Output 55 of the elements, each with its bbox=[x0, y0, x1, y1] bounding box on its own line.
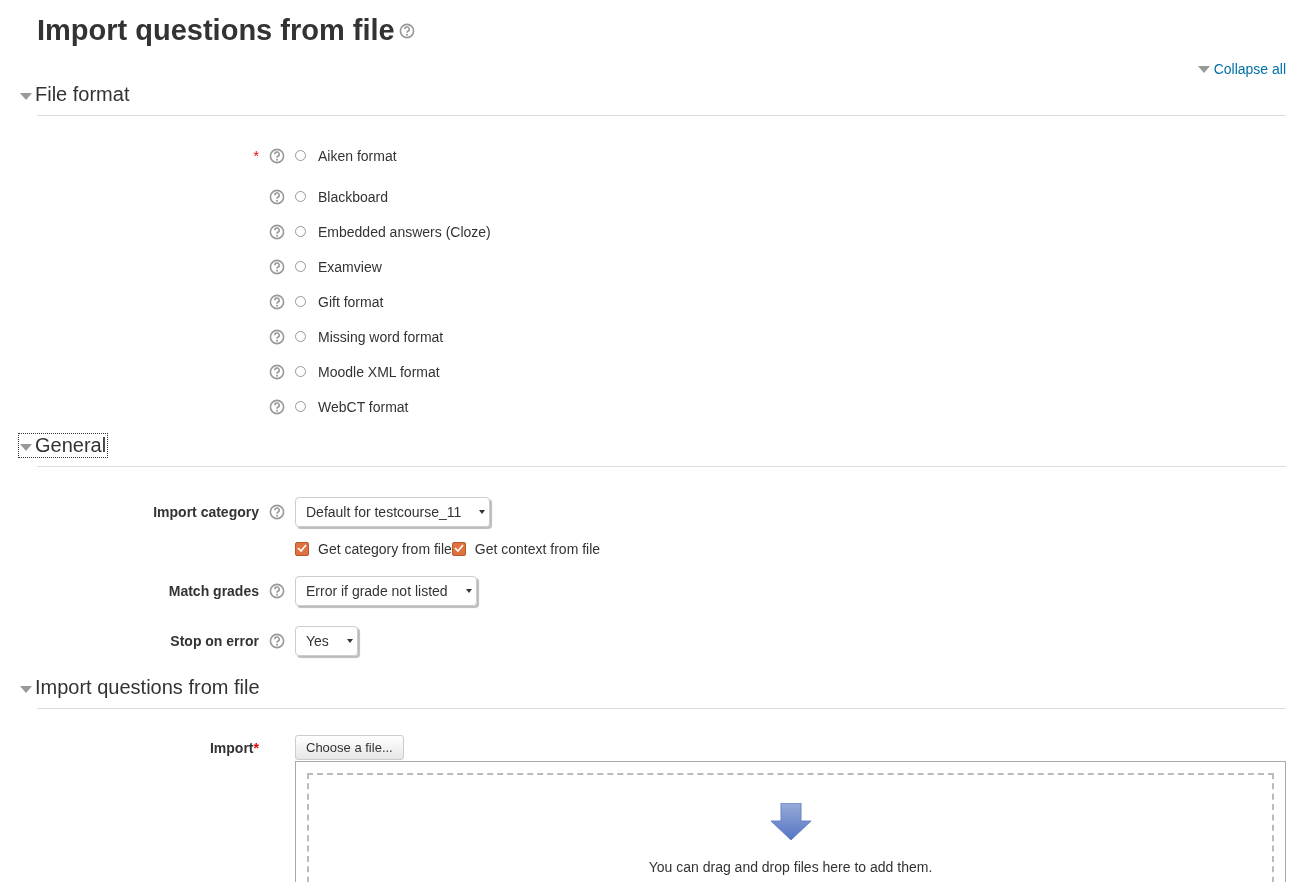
triangle-icon bbox=[1197, 65, 1210, 73]
radio-label: Moodle XML format bbox=[318, 363, 440, 380]
field-label: Stop on error bbox=[170, 633, 259, 649]
caret-icon bbox=[465, 589, 472, 593]
required-asterisk: * bbox=[253, 147, 259, 164]
radio-button[interactable] bbox=[295, 150, 306, 161]
help-icon[interactable] bbox=[398, 22, 415, 39]
select-dropdown[interactable]: Default for testcourse_11 bbox=[295, 497, 491, 527]
help-icon[interactable] bbox=[269, 328, 285, 345]
radio-button[interactable] bbox=[295, 191, 306, 202]
checkbox[interactable] bbox=[451, 541, 466, 556]
help-icon[interactable] bbox=[269, 583, 285, 599]
radio-button[interactable] bbox=[295, 366, 306, 377]
radio-label: Gift format bbox=[318, 293, 384, 310]
drop-zone[interactable]: You can drag and drop files here to add them. bbox=[307, 773, 1274, 882]
select-dropdown[interactable]: Yes bbox=[295, 626, 358, 656]
section-title[interactable]: General bbox=[35, 434, 107, 457]
section-title[interactable]: File format bbox=[35, 83, 130, 106]
expand-triangle-icon bbox=[20, 685, 32, 693]
help-icon[interactable] bbox=[269, 363, 285, 380]
caret-icon bbox=[479, 510, 486, 514]
select-dropdown[interactable]: Error if grade not listed bbox=[295, 576, 477, 606]
checkbox-label: Get context from file bbox=[474, 540, 601, 557]
radio-label: Embedded answers (Cloze) bbox=[318, 223, 491, 240]
radio-button[interactable] bbox=[295, 401, 306, 412]
field-label: Import category bbox=[153, 504, 259, 520]
expand-triangle-icon bbox=[20, 443, 32, 451]
drop-hint: You can drag and drop files here to add them. bbox=[648, 859, 933, 875]
field-label: Match grades bbox=[168, 583, 259, 599]
radio-button[interactable] bbox=[295, 226, 306, 237]
caret-icon bbox=[346, 639, 353, 643]
help-icon[interactable] bbox=[269, 633, 285, 649]
field-label: Import* bbox=[210, 739, 259, 756]
section-title[interactable]: Import questions from file bbox=[35, 676, 260, 699]
radio-label: Aiken format bbox=[318, 147, 397, 164]
help-icon[interactable] bbox=[269, 188, 285, 205]
help-icon[interactable] bbox=[269, 293, 285, 310]
radio-label: WebCT format bbox=[318, 398, 409, 415]
help-icon[interactable] bbox=[269, 223, 285, 240]
choose-file-button[interactable]: Choose a file... bbox=[295, 735, 404, 760]
help-icon[interactable] bbox=[269, 398, 285, 415]
expand-triangle-icon bbox=[20, 92, 32, 100]
checkbox-label: Get category from file bbox=[318, 540, 452, 557]
page-title: Import questions from file bbox=[37, 14, 395, 47]
collapse-all-link[interactable]: Collapse all bbox=[1197, 61, 1286, 77]
help-icon[interactable] bbox=[269, 147, 285, 164]
radio-button[interactable] bbox=[295, 261, 306, 272]
radio-label: Blackboard bbox=[318, 188, 389, 205]
radio-button[interactable] bbox=[295, 296, 306, 307]
radio-button[interactable] bbox=[295, 331, 306, 342]
help-icon[interactable] bbox=[269, 504, 285, 520]
radio-label: Missing word format bbox=[318, 328, 444, 345]
radio-label: Examview bbox=[318, 258, 382, 275]
help-icon[interactable] bbox=[269, 258, 285, 275]
checkbox[interactable] bbox=[295, 541, 309, 556]
